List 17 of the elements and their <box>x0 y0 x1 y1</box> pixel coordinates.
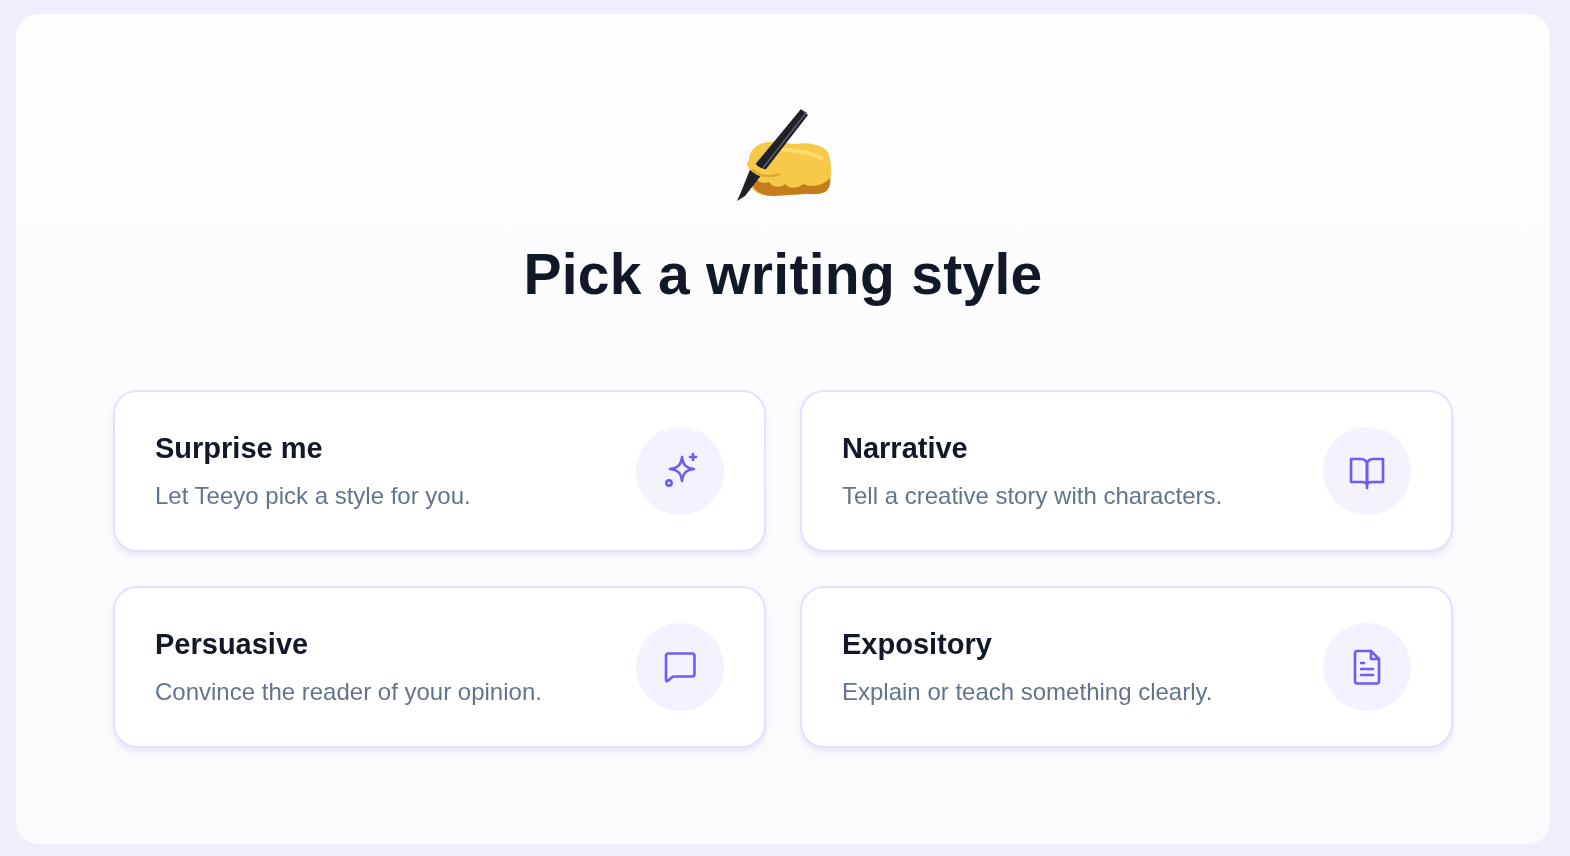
option-description: Explain or teach something clearly. <box>842 677 1213 707</box>
speech-bubble-icon <box>636 623 724 711</box>
style-option-card[interactable]: Surprise me Let Teeyo pick a style for you. <box>113 390 766 552</box>
option-title: Expository <box>842 627 993 661</box>
style-option-card[interactable]: Expository Explain or teach something clearly. <box>800 586 1453 748</box>
option-description: Convince the reader of your opinion. <box>155 677 542 707</box>
option-description: Tell a creative story with characters. <box>842 481 1223 511</box>
option-title: Narrative <box>842 431 969 465</box>
option-description: Let Teeyo pick a style for you. <box>155 481 471 511</box>
page-title: Pick a writing style <box>523 241 1043 308</box>
style-option-card[interactable]: Persuasive Convince the reader of your opinion. <box>113 586 766 748</box>
open-book-icon <box>1323 427 1411 515</box>
document-icon <box>1323 623 1411 711</box>
option-title: Surprise me <box>155 431 324 465</box>
sparkles-icon <box>636 427 724 515</box>
style-option-card[interactable]: Narrative Tell a creative story with characters. <box>800 390 1453 552</box>
option-title: Persuasive <box>155 627 310 661</box>
